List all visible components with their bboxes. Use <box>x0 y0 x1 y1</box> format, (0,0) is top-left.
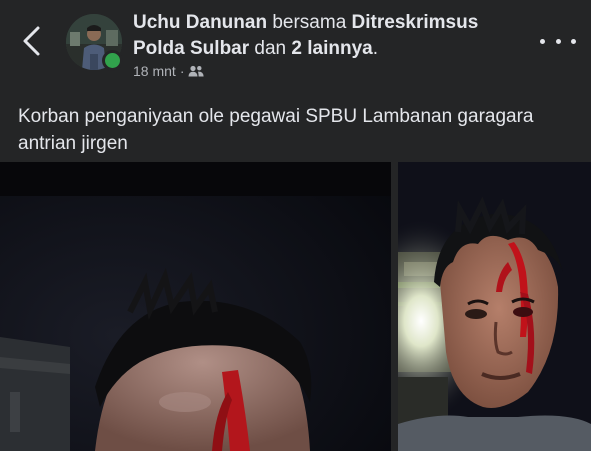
more-dot <box>540 38 545 44</box>
post-photo-left[interactable] <box>0 162 391 451</box>
others-link[interactable]: 2 lainnya <box>291 38 372 59</box>
chevron-left-icon <box>23 26 40 56</box>
back-button[interactable] <box>18 24 48 58</box>
and-text: dan <box>254 38 287 59</box>
post-meta: 18 mnt · <box>133 63 205 79</box>
online-status-dot <box>102 50 123 71</box>
post-timestamp[interactable]: 18 mnt <box>133 63 176 79</box>
more-dot <box>571 38 576 44</box>
meta-separator: · <box>179 63 185 79</box>
photo-right-image <box>398 162 591 451</box>
friends-icon <box>188 65 205 77</box>
more-dot <box>555 38 561 44</box>
with-text: bersama <box>272 12 347 33</box>
post-header: Uchu Danunan bersama Ditreskrimsus Polda… <box>0 0 591 92</box>
period-text: . <box>372 38 379 59</box>
author-avatar-wrap[interactable] <box>66 14 123 71</box>
post-header-text: Uchu Danunan bersama Ditreskrimsus Polda… <box>133 10 523 62</box>
post-caption: Korban penganiyaan ole pegawai SPBU Lamb… <box>18 106 534 154</box>
post-photo-right[interactable] <box>398 162 591 451</box>
author-name-link[interactable]: Uchu Danunan <box>133 12 267 33</box>
more-options-button[interactable] <box>540 34 576 48</box>
photo-left-image <box>0 162 391 451</box>
